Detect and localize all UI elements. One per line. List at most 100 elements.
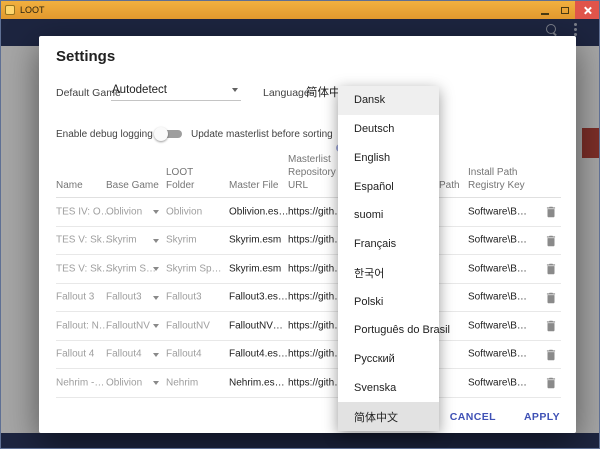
repo-url-field[interactable]: https://gith…	[288, 206, 344, 217]
loot-folder-cell: Nehrim	[166, 377, 198, 388]
game-name-cell: Nehrim -…	[56, 377, 104, 388]
loot-folder-cell: Skyrim Sp…	[166, 263, 222, 274]
loot-window: LOOT Settings Default Game Autodetect La…	[0, 0, 600, 449]
language-option[interactable]: Português do Brasil	[338, 316, 439, 345]
repo-url-field[interactable]: https://gith…	[288, 263, 344, 274]
registry-key-field[interactable]: Software\B…	[468, 320, 527, 331]
registry-key-field[interactable]: Software\B…	[468, 377, 527, 388]
maximize-button[interactable]	[555, 1, 575, 19]
base-game-select[interactable]: Skyrim S…	[106, 263, 156, 274]
apply-button[interactable]: APPLY	[524, 411, 560, 423]
games-table-header: Name Base Game LOOT Folder Master File M…	[56, 154, 561, 198]
dialog-actions: CANCEL APPLY	[450, 411, 560, 423]
close-button[interactable]	[575, 1, 599, 19]
base-game-select[interactable]: Oblivion	[106, 206, 142, 217]
language-option[interactable]: English	[338, 144, 439, 173]
chevron-down-icon	[153, 210, 159, 214]
game-name-cell: Fallout 3	[56, 292, 94, 303]
base-game-select[interactable]: Fallout3	[106, 292, 142, 303]
base-game-select[interactable]: Fallout4	[106, 349, 142, 360]
base-game-select[interactable]: FalloutNV	[106, 320, 150, 331]
registry-key-field[interactable]: Software\B…	[468, 235, 527, 246]
language-option[interactable]: 한국어	[338, 259, 439, 288]
table-row: TES V: Sk… Skyrim Skyrim Skyrim.esm http…	[56, 227, 561, 256]
debug-logging-toggle[interactable]	[154, 127, 184, 141]
language-option[interactable]: Français	[338, 230, 439, 259]
app-background: Settings Default Game Autodetect Languag…	[1, 19, 599, 448]
col-header-registry-key: Install Path Registry Key	[468, 166, 544, 192]
language-option[interactable]: Русский	[338, 345, 439, 374]
table-row: TES V: Sk… Skyrim S… Skyrim Sp… Skyrim.e…	[56, 255, 561, 284]
language-option[interactable]: 简体中文	[338, 402, 439, 431]
table-row: Nehrim -… Oblivion Nehrim Nehrim.es… htt…	[56, 369, 561, 398]
delete-game-button[interactable]	[544, 205, 558, 219]
master-file-field[interactable]: Skyrim.esm	[229, 263, 281, 274]
delete-game-button[interactable]	[544, 376, 558, 390]
table-row: Fallout 4 Fallout4 Fallout4 Fallout4.es……	[56, 341, 561, 370]
toggle-thumb	[154, 127, 168, 141]
registry-key-field[interactable]: Software\B…	[468, 263, 527, 274]
window-title: LOOT	[20, 6, 535, 15]
loot-app-icon	[5, 5, 15, 15]
settings-dialog: Settings Default Game Autodetect Languag…	[39, 36, 576, 433]
col-header-repo-url: Masterlist Repository URL	[288, 153, 342, 192]
table-row: Fallout 3 Fallout3 Fallout3 Fallout3.es……	[56, 284, 561, 313]
chevron-down-icon	[153, 324, 159, 328]
registry-key-field[interactable]: Software\B…	[468, 292, 527, 303]
cancel-button[interactable]: CANCEL	[450, 411, 496, 423]
default-game-value: Autodetect	[112, 84, 167, 96]
registry-key-field[interactable]: Software\B…	[468, 349, 527, 360]
language-option[interactable]: Polski	[338, 287, 439, 316]
language-option[interactable]: Español	[338, 172, 439, 201]
master-file-field[interactable]: Oblivion.es…	[229, 206, 288, 217]
delete-game-button[interactable]	[544, 348, 558, 362]
repo-url-field[interactable]: https://gith…	[288, 349, 344, 360]
repo-url-field[interactable]: https://gith…	[288, 320, 344, 331]
chevron-down-icon	[232, 88, 238, 92]
chevron-down-icon	[153, 381, 159, 385]
chevron-down-icon	[153, 296, 159, 300]
maximize-icon	[561, 7, 569, 14]
table-row: TES IV: O… Oblivion Oblivion Oblivion.es…	[56, 198, 561, 227]
loot-folder-cell: Skyrim	[166, 235, 197, 246]
loot-folder-cell: Fallout3	[166, 292, 202, 303]
chevron-down-icon	[153, 353, 159, 357]
base-game-select[interactable]: Oblivion	[106, 377, 142, 388]
dialog-title: Settings	[56, 48, 115, 65]
delete-game-button[interactable]	[544, 291, 558, 305]
table-row: Fallout: N… FalloutNV FalloutNV FalloutN…	[56, 312, 561, 341]
master-file-field[interactable]: FalloutNV…	[229, 320, 283, 331]
registry-key-field[interactable]: Software\B…	[468, 206, 527, 217]
base-game-select[interactable]: Skyrim	[106, 235, 137, 246]
update-masterlist-label: Update masterlist before sorting	[191, 129, 333, 140]
language-option[interactable]: Svenska	[338, 374, 439, 403]
language-dropdown-menu: Dansk Deutsch English Español suomi Fran…	[338, 86, 439, 431]
col-header-loot-folder: LOOT Folder	[166, 166, 224, 192]
language-option[interactable]: suomi	[338, 201, 439, 230]
window-controls	[535, 1, 599, 19]
language-option[interactable]: Dansk	[338, 86, 439, 115]
game-name-cell: Fallout: N…	[56, 320, 109, 331]
master-file-field[interactable]: Fallout4.es…	[229, 349, 288, 360]
game-name-cell: TES IV: O…	[56, 206, 111, 217]
delete-game-button[interactable]	[544, 319, 558, 333]
master-file-field[interactable]: Skyrim.esm	[229, 235, 281, 246]
chevron-down-icon	[153, 267, 159, 271]
language-option[interactable]: Deutsch	[338, 115, 439, 144]
repo-url-field[interactable]: https://gith…	[288, 235, 344, 246]
repo-url-field[interactable]: https://gith…	[288, 292, 344, 303]
game-name-cell: TES V: Sk…	[56, 235, 112, 246]
game-name-cell: Fallout 4	[56, 349, 94, 360]
master-file-field[interactable]: Nehrim.es…	[229, 377, 285, 388]
game-name-cell: TES V: Sk…	[56, 263, 112, 274]
titlebar: LOOT	[1, 1, 599, 19]
repo-url-field[interactable]: https://gith…	[288, 377, 344, 388]
loot-folder-cell: Oblivion	[166, 206, 202, 217]
delete-game-button[interactable]	[544, 234, 558, 248]
master-file-field[interactable]: Fallout3.es…	[229, 292, 288, 303]
delete-game-button[interactable]	[544, 262, 558, 276]
default-game-select[interactable]: Autodetect	[111, 80, 241, 101]
chevron-down-icon	[153, 239, 159, 243]
games-table: TES IV: O… Oblivion Oblivion Oblivion.es…	[56, 198, 561, 398]
minimize-button[interactable]	[535, 1, 555, 19]
